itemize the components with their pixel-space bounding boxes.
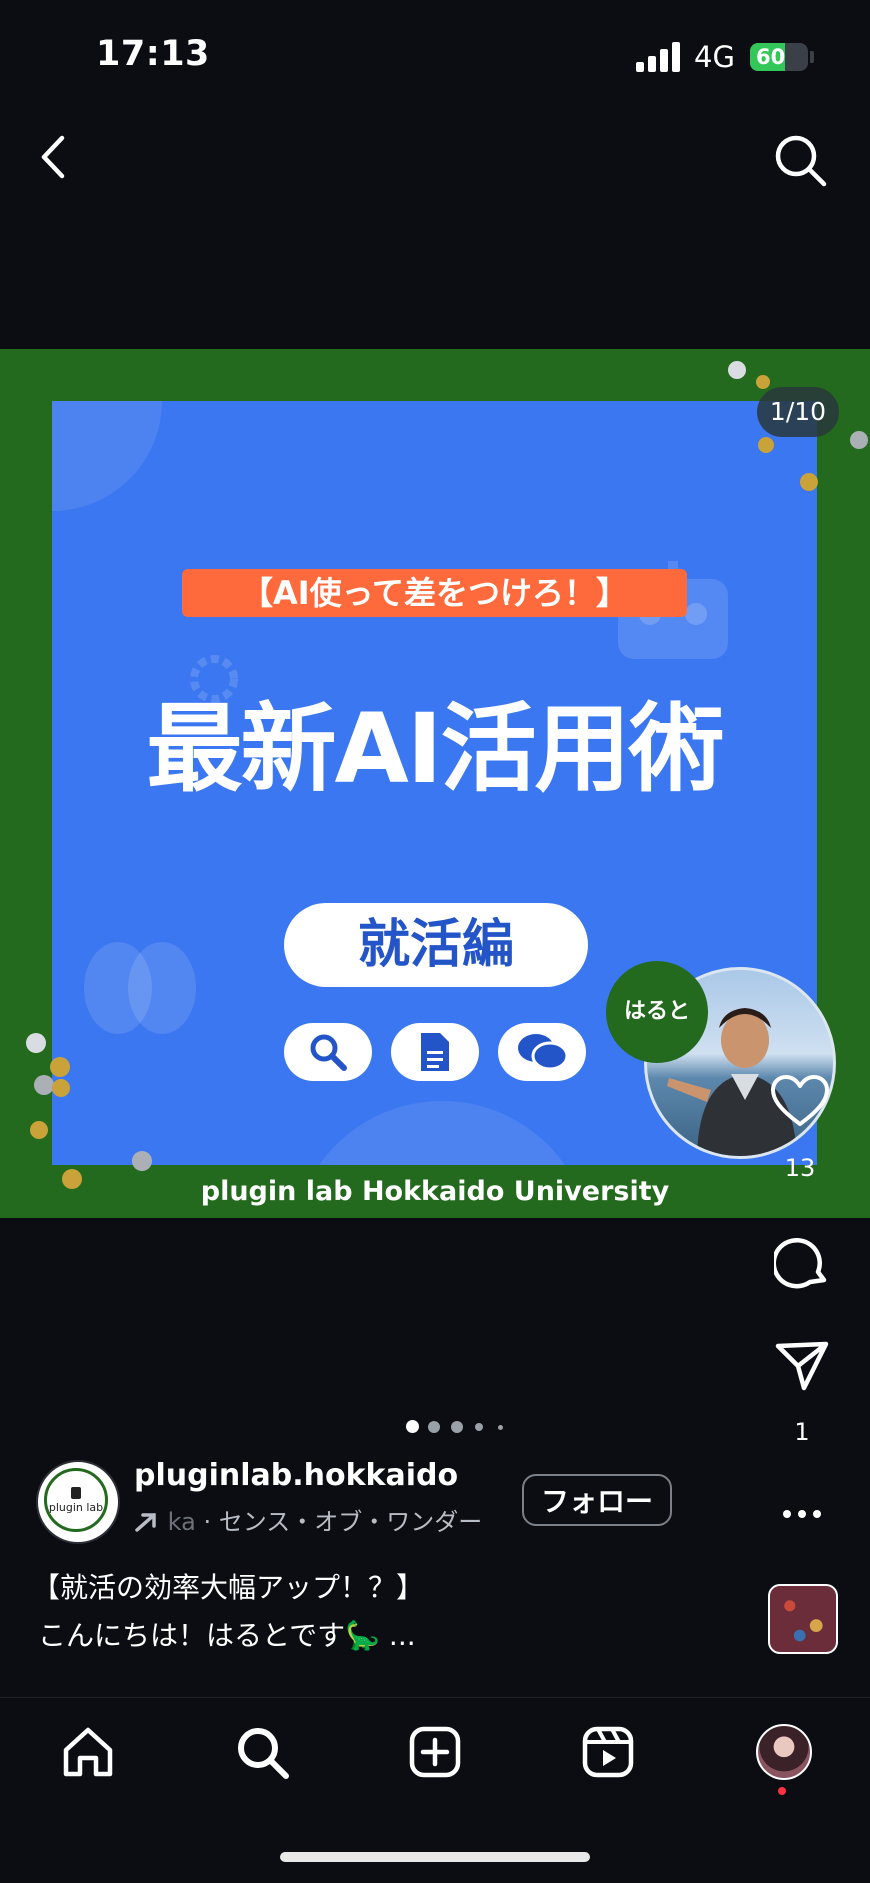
audio-track-prefix: ka xyxy=(167,1508,196,1536)
confetti xyxy=(132,1151,152,1171)
confetti xyxy=(26,1033,46,1053)
plus-square-icon[interactable] xyxy=(407,1724,463,1780)
like-count[interactable]: 13 xyxy=(770,1154,830,1182)
carousel-dot-active xyxy=(406,1420,419,1433)
carousel-dot xyxy=(475,1423,483,1431)
confetti xyxy=(800,473,818,491)
home-icon[interactable] xyxy=(60,1724,116,1780)
deco-circle xyxy=(52,401,162,511)
account-avatar[interactable]: plugin lab xyxy=(36,1460,120,1544)
carousel-dot xyxy=(451,1421,463,1433)
confetti xyxy=(850,431,868,449)
avatar-logo: plugin lab xyxy=(44,1468,108,1532)
signal-icon xyxy=(636,42,680,72)
caption-line-1: 【就活の効率大幅アップ！？】 xyxy=(32,1571,425,1604)
battery-percent: 60 xyxy=(756,45,786,69)
audio-track[interactable]: ka · センス・オブ・ワンダー xyxy=(134,1502,494,1537)
confetti xyxy=(52,1079,70,1097)
post-media[interactable]: 【AI使って差をつけろ！】 最新AI活用術 就活編 1/10 はると plugi… xyxy=(0,349,870,1218)
network-type: 4G xyxy=(694,40,735,74)
confetti xyxy=(34,1075,54,1095)
document-icon xyxy=(421,1033,449,1071)
creator-name-badge: はると xyxy=(606,961,708,1063)
confetti xyxy=(50,1057,70,1077)
page-indicator: 1/10 xyxy=(757,387,839,437)
feature-chat xyxy=(498,1023,586,1081)
confetti xyxy=(756,375,770,389)
search-icon xyxy=(310,1034,347,1071)
heart-icon[interactable] xyxy=(770,1074,830,1128)
more-icon[interactable] xyxy=(782,1506,822,1522)
plug-icon xyxy=(71,1486,81,1499)
chat-icon xyxy=(518,1034,569,1071)
trending-arrow-icon xyxy=(135,1513,156,1532)
back-chevron-icon[interactable] xyxy=(32,132,76,182)
confetti xyxy=(30,1121,48,1139)
explore-search-icon[interactable] xyxy=(234,1724,290,1780)
comment-icon[interactable] xyxy=(774,1234,830,1290)
carousel-dot xyxy=(498,1425,503,1430)
search-icon[interactable] xyxy=(772,132,828,188)
share-count[interactable]: 1 xyxy=(774,1418,830,1446)
slide-headline: 最新AI活用術 xyxy=(146,693,724,805)
carousel-dot xyxy=(428,1421,440,1433)
profile-avatar[interactable] xyxy=(756,1724,812,1780)
status-time: 17:13 xyxy=(96,34,210,74)
slide-footer: plugin lab Hokkaido University xyxy=(200,1176,670,1207)
deco-circle xyxy=(292,1101,592,1165)
battery-icon: 60 xyxy=(750,43,808,71)
notification-dot xyxy=(778,1787,786,1795)
caption-line-2[interactable]: こんにちは！はるとです🦕 ... xyxy=(38,1614,416,1654)
confetti xyxy=(728,361,746,379)
confetti xyxy=(758,437,774,453)
audio-thumbnail[interactable] xyxy=(768,1584,838,1654)
feature-document xyxy=(391,1023,479,1081)
audio-track-title: · センス・オブ・ワンダー xyxy=(195,1508,483,1536)
send-icon[interactable] xyxy=(774,1338,830,1394)
feature-search xyxy=(284,1023,372,1081)
battery-tip xyxy=(810,51,814,63)
slide-tagline: 【AI使って差をつけろ！】 xyxy=(182,569,687,617)
slide-subheadline: 就活編 xyxy=(284,903,588,987)
follow-button[interactable]: フォロー xyxy=(522,1474,672,1526)
avatar-logo-text: plugin lab xyxy=(48,1500,104,1514)
brain-icon xyxy=(84,942,196,1034)
home-indicator[interactable] xyxy=(280,1852,590,1862)
account-username[interactable]: pluginlab.hokkaido xyxy=(134,1458,458,1493)
reels-icon[interactable] xyxy=(580,1724,636,1780)
